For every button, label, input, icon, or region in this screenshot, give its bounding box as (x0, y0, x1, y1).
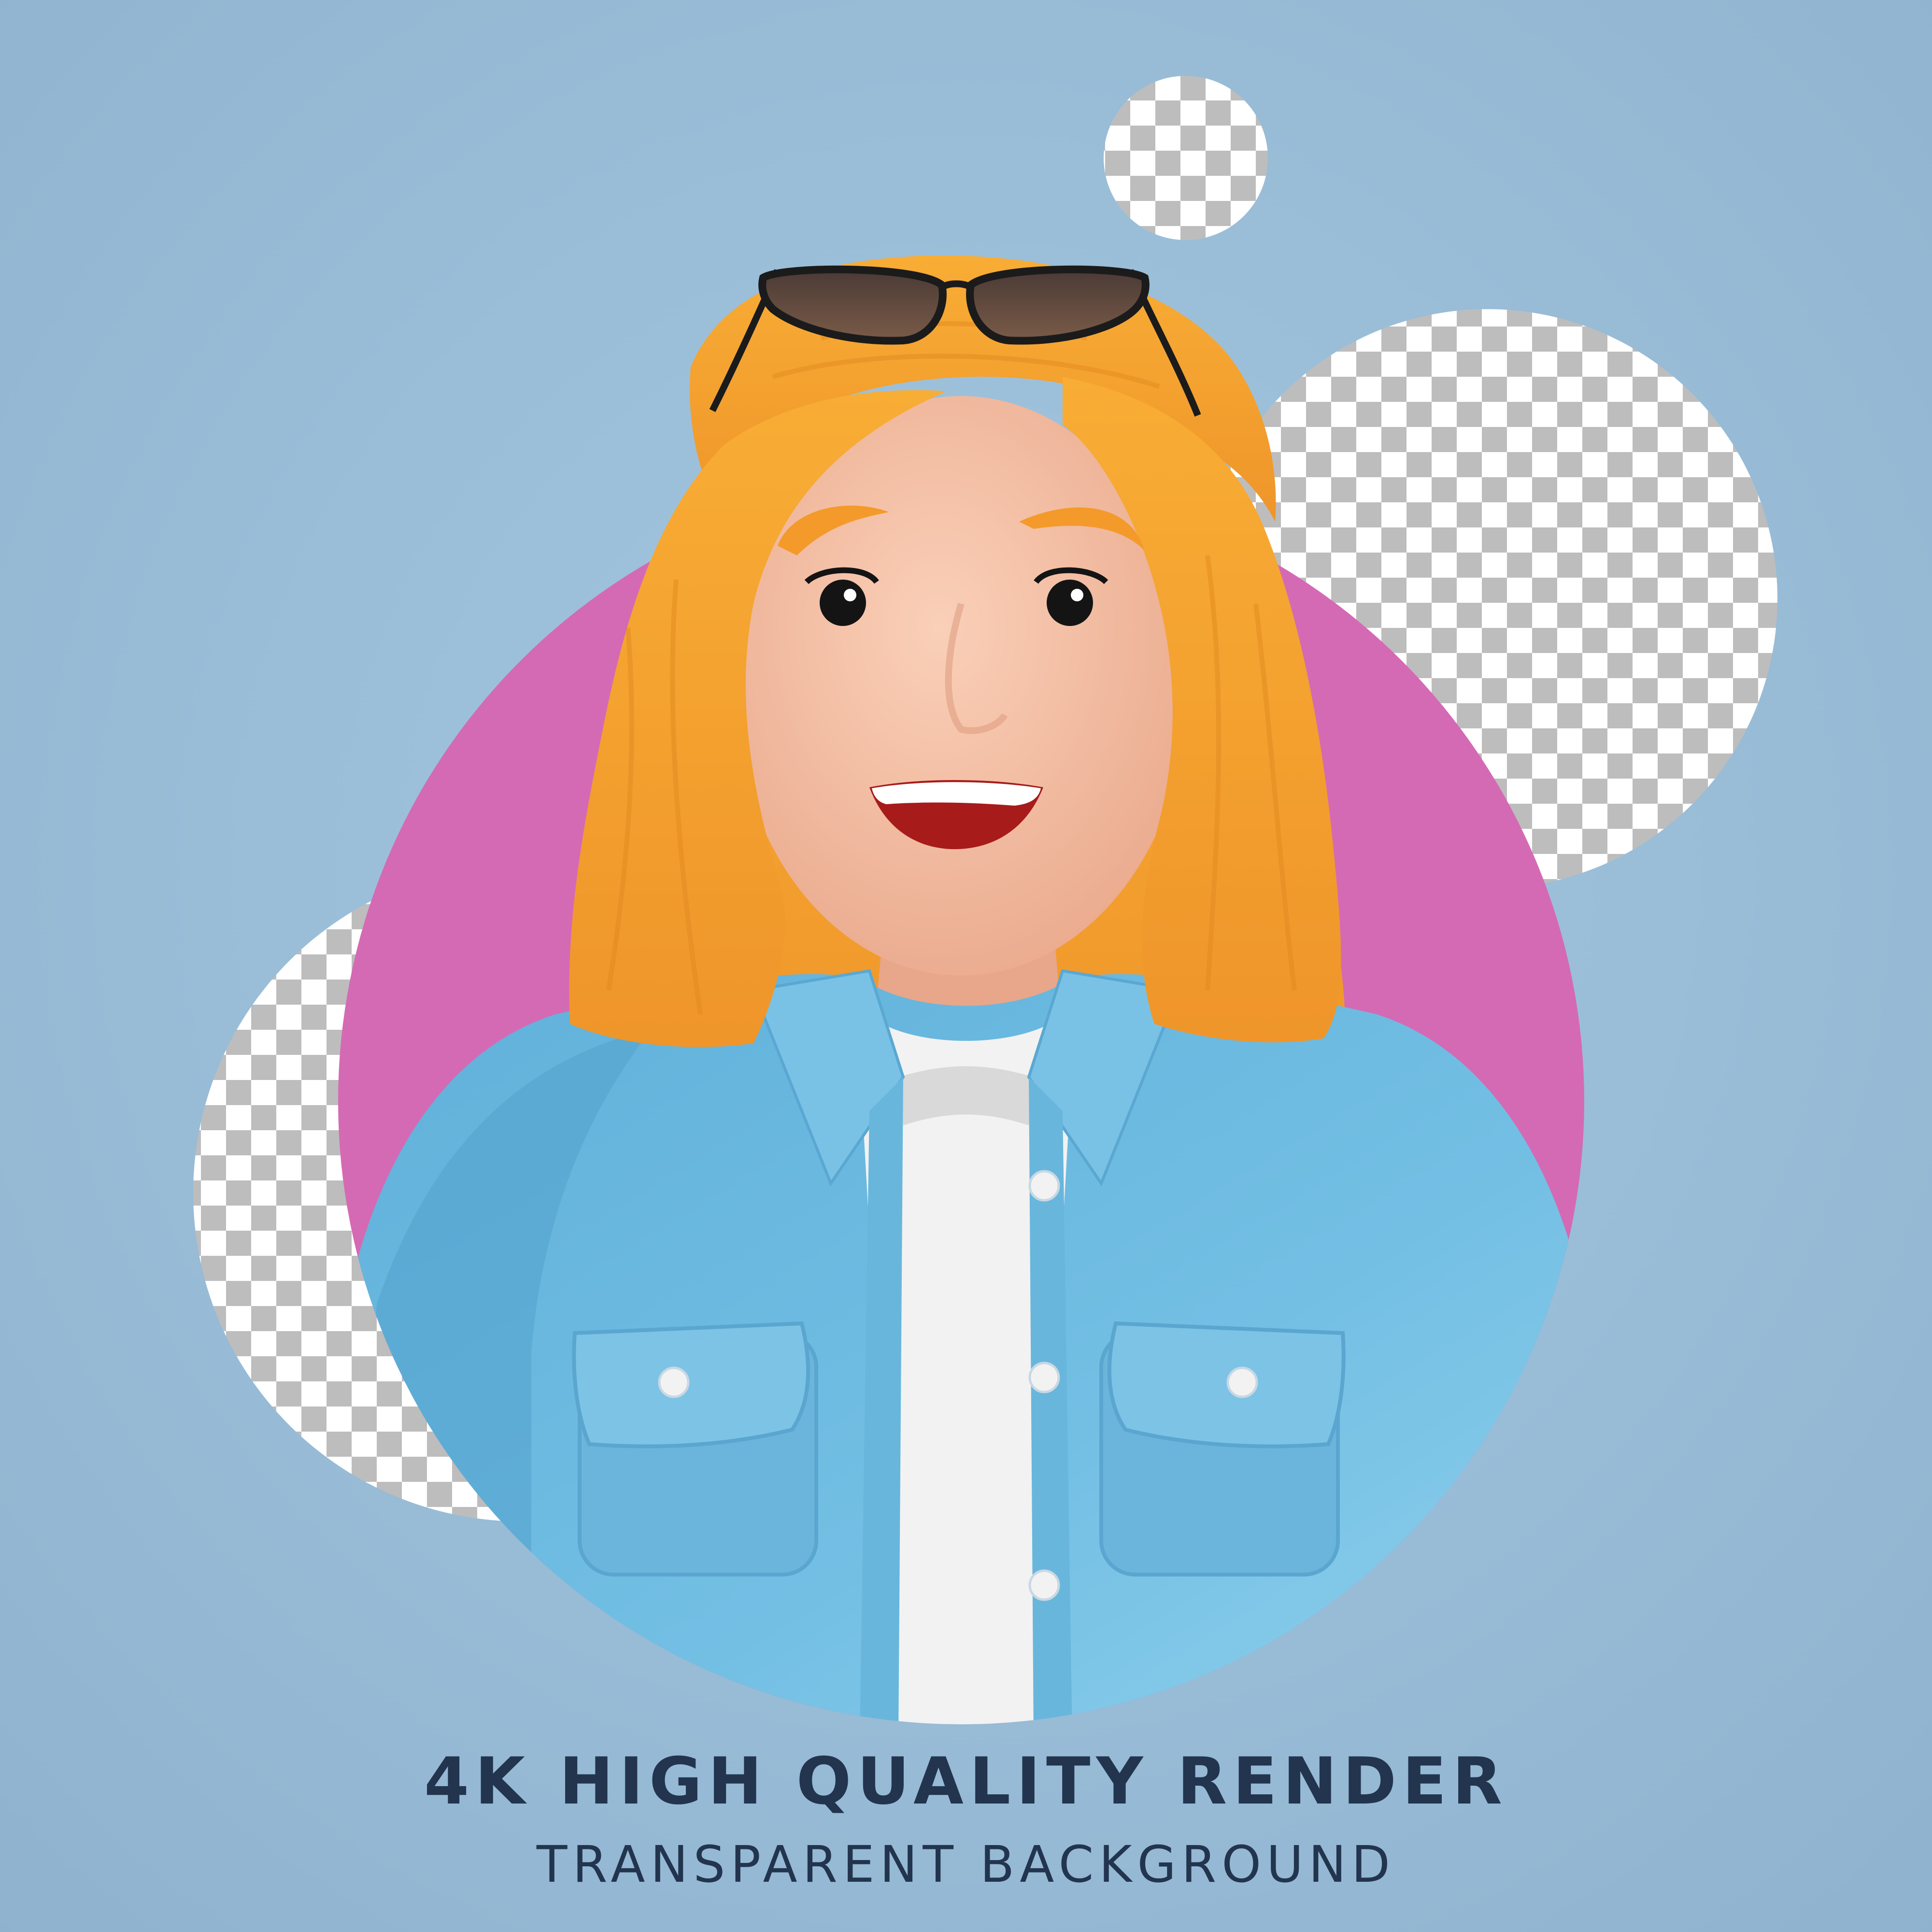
avatar-scene (0, 0, 1932, 1932)
pocket-button-right (1226, 1366, 1258, 1398)
subheadline: TRANSPARENT BACKGROUND (536, 1835, 1396, 1894)
button-3 (1028, 1569, 1060, 1601)
button-1 (1028, 1170, 1060, 1202)
teeth (872, 782, 1041, 806)
pocket-flap-left (572, 1321, 810, 1449)
button-2 (1028, 1362, 1060, 1393)
pocket-button-left (658, 1366, 690, 1398)
checker-circle-small (1104, 76, 1268, 240)
headline: 4K HIGH QUALITY RENDER (424, 1744, 1508, 1819)
pocket-flap-right (1107, 1321, 1346, 1449)
